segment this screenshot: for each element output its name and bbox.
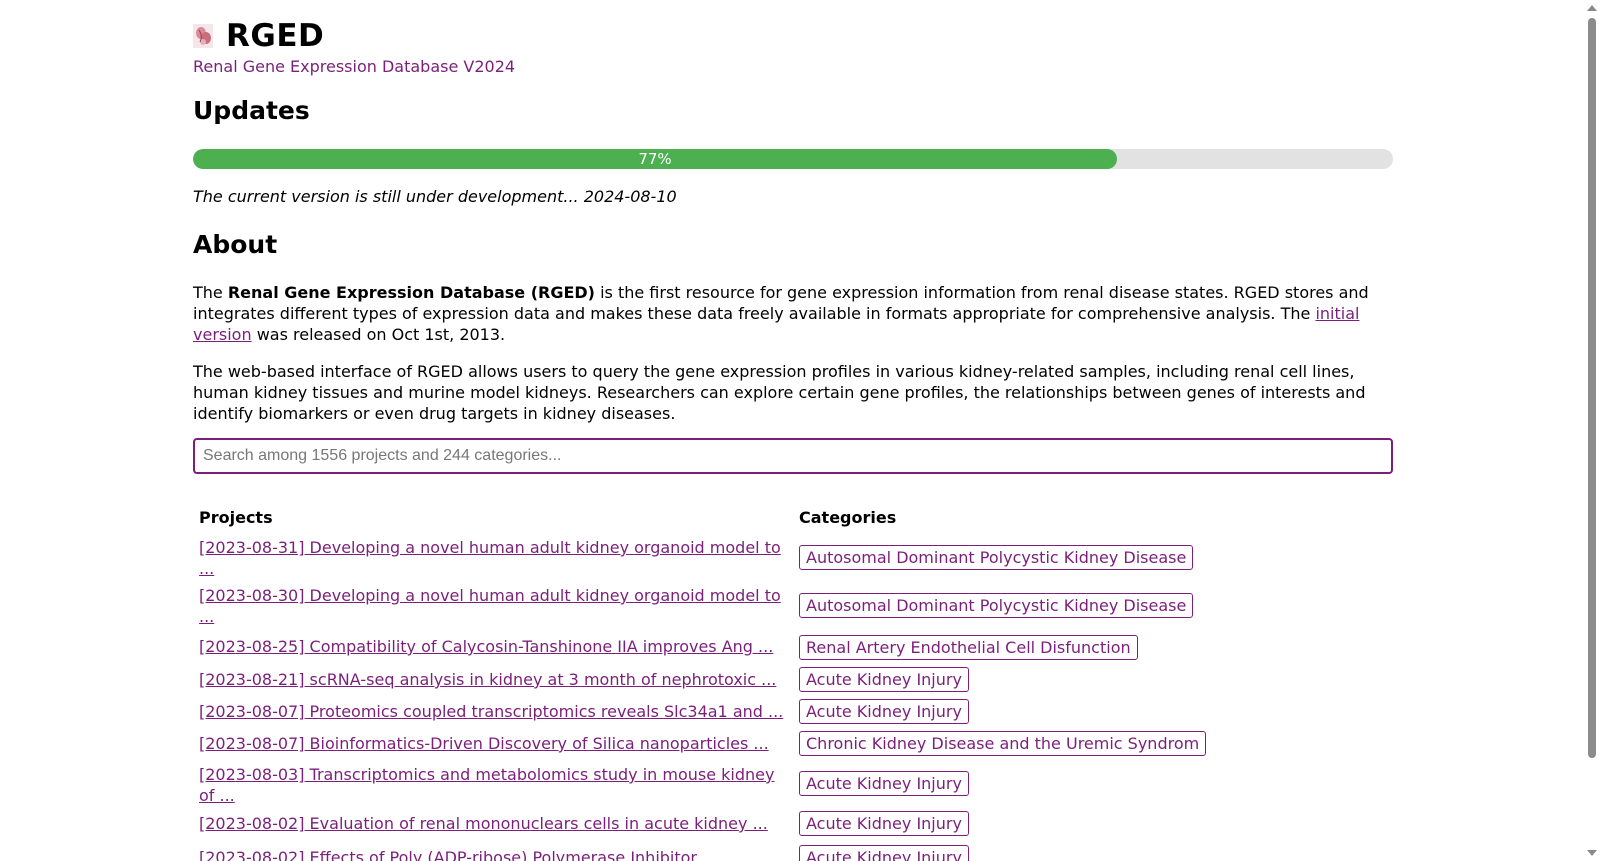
- progress-bar: 77%: [193, 149, 1393, 169]
- category-tag[interactable]: Acute Kidney Injury: [799, 667, 969, 692]
- progress-label: 77%: [638, 150, 672, 168]
- search-input[interactable]: [193, 438, 1393, 474]
- projects-column-header: Projects: [199, 508, 273, 527]
- site-title: RGED: [226, 18, 325, 54]
- about-paragraph-1: The Renal Gene Expression Database (RGED…: [193, 282, 1393, 345]
- about-p1-bold: Renal Gene Expression Database (RGED): [227, 283, 595, 302]
- project-link[interactable]: [2023-08-03] Transcriptomics and metabol…: [199, 764, 784, 806]
- about-paragraph-2: The web-based interface of RGED allows u…: [193, 362, 1366, 423]
- category-tag[interactable]: Autosomal Dominant Polycystic Kidney Dis…: [799, 545, 1194, 570]
- category-tag[interactable]: Renal Artery Endothelial Cell Disfunctio…: [799, 635, 1138, 660]
- category-tag[interactable]: Acute Kidney Injury: [799, 845, 969, 861]
- category-tag[interactable]: Acute Kidney Injury: [799, 811, 969, 836]
- updates-heading: Updates: [193, 96, 310, 125]
- project-link[interactable]: [2023-08-30] Developing a novel human ad…: [199, 585, 784, 627]
- scrollbar-thumb[interactable]: [1588, 18, 1596, 758]
- category-tag[interactable]: Acute Kidney Injury: [799, 771, 969, 796]
- development-note: The current version is still under devel…: [193, 187, 677, 206]
- about-heading: About: [193, 230, 278, 259]
- project-link[interactable]: [2023-08-31] Developing a novel human ad…: [199, 537, 784, 579]
- project-link[interactable]: [2023-08-02] Effects of Poly (ADP-ribose…: [199, 847, 784, 861]
- site-subtitle: Renal Gene Expression Database V2024: [193, 57, 516, 76]
- category-tag[interactable]: Acute Kidney Injury: [799, 699, 969, 724]
- project-link[interactable]: [2023-08-21] scRNA-seq analysis in kidne…: [199, 669, 784, 690]
- page-scrollbar[interactable]: [1584, 0, 1600, 861]
- categories-column-header: Categories: [799, 508, 897, 527]
- about-p1-end: was released on Oct 1st, 2013.: [251, 325, 506, 344]
- scroll-down-arrow-icon[interactable]: [1587, 850, 1597, 856]
- project-link[interactable]: [2023-08-25] Compatibility of Calycosin-…: [199, 636, 784, 657]
- kidney-logo-icon: [193, 24, 213, 48]
- scroll-up-arrow-icon[interactable]: [1587, 5, 1597, 11]
- project-link[interactable]: [2023-08-07] Bioinformatics-Driven Disco…: [199, 733, 784, 754]
- project-link[interactable]: [2023-08-07] Proteomics coupled transcri…: [199, 701, 784, 722]
- page: RGED Renal Gene Expression Database V202…: [0, 0, 1600, 861]
- about-p1-lead: The: [193, 283, 228, 302]
- category-tag[interactable]: Chronic Kidney Disease and the Uremic Sy…: [799, 731, 1207, 756]
- category-tag[interactable]: Autosomal Dominant Polycystic Kidney Dis…: [799, 593, 1194, 618]
- brand-header: RGED: [193, 18, 324, 54]
- project-link[interactable]: [2023-08-02] Evaluation of renal mononuc…: [199, 813, 784, 834]
